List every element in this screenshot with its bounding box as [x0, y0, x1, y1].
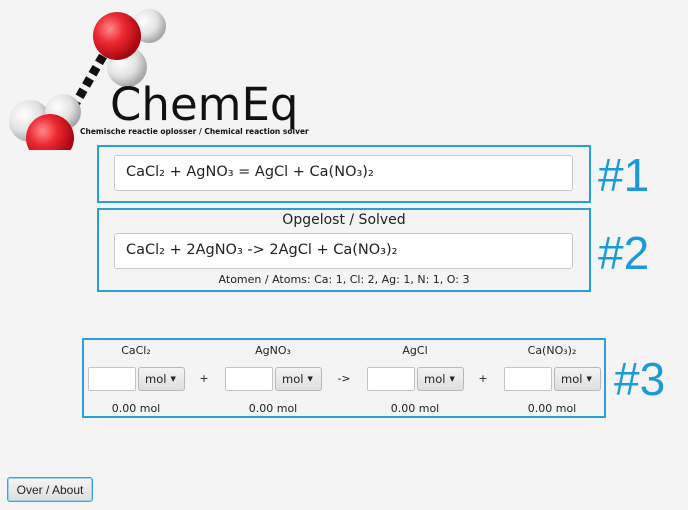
chevron-down-icon: ▼: [170, 375, 176, 383]
compound-amount: 0.00 mol: [527, 402, 577, 415]
unit-label: mol: [282, 372, 304, 386]
app-title: ChemEq: [110, 78, 299, 131]
annotation-1: #1: [598, 149, 650, 201]
chevron-down-icon: ▼: [586, 375, 592, 383]
chevron-down-icon: ▼: [449, 375, 455, 383]
compound-amount: 0.00 mol: [111, 402, 161, 415]
unit-label: mol: [145, 372, 167, 386]
annotation-2: #2: [598, 227, 650, 279]
amount-input[interactable]: [504, 367, 552, 391]
annotation-3: #3: [614, 353, 666, 405]
unit-label: mol: [424, 372, 446, 386]
equation-input[interactable]: CaCl₂ + AgNO₃ = AgCl + Ca(NO₃)₂: [114, 155, 573, 191]
plus-sign: +: [478, 372, 488, 385]
compound-formula: Ca(NO₃)₂: [527, 344, 577, 357]
reaction-arrow: ->: [337, 372, 351, 385]
chevron-down-icon: ▼: [307, 375, 313, 383]
atom-count: Atomen / Atoms: Ca: 1, Cl: 2, Ag: 1, N: …: [218, 273, 470, 286]
compound-amount: 0.00 mol: [248, 402, 298, 415]
unit-select[interactable]: mol ▼: [275, 367, 322, 391]
amount-input[interactable]: [225, 367, 273, 391]
about-button[interactable]: Over / About: [7, 477, 93, 502]
unit-select[interactable]: mol ▼: [417, 367, 464, 391]
plus-sign: +: [199, 372, 209, 385]
unit-select[interactable]: mol ▼: [138, 367, 185, 391]
compound-formula: AgNO₃: [255, 344, 291, 357]
amount-input[interactable]: [367, 367, 415, 391]
amount-input[interactable]: [88, 367, 136, 391]
compound-formula: AgCl: [402, 344, 428, 357]
app-subtitle: Chemische reactie oplosser / Chemical re…: [80, 127, 309, 136]
unit-label: mol: [561, 372, 583, 386]
unit-select[interactable]: mol ▼: [554, 367, 601, 391]
solved-equation-field[interactable]: CaCl₂ + 2AgNO₃ -> 2AgCl + Ca(NO₃)₂: [114, 233, 573, 269]
solved-heading: Opgelost / Solved: [282, 212, 406, 228]
compound-formula: CaCl₂: [121, 344, 151, 357]
compound-amount: 0.00 mol: [390, 402, 440, 415]
